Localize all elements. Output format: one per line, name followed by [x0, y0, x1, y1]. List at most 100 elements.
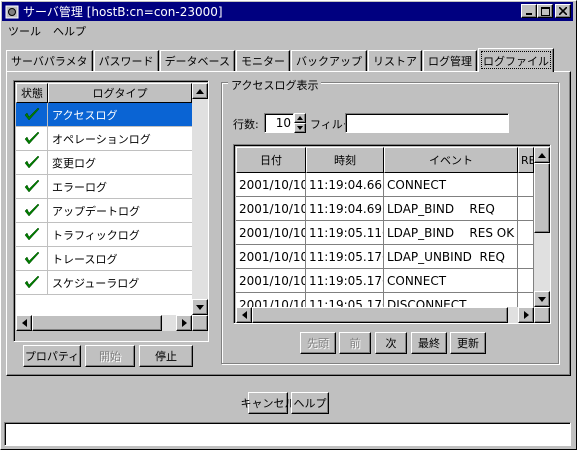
scroll-up-button[interactable]	[192, 83, 208, 99]
scroll-down-button[interactable]	[192, 299, 208, 315]
log-type-label: トラフィックログ	[52, 228, 140, 242]
log-type-row[interactable]: スケジューラログ	[16, 271, 192, 295]
tab-password[interactable]: パスワード	[93, 50, 159, 71]
help-button[interactable]: ヘルプ	[291, 392, 329, 414]
lines-input[interactable]: 10	[264, 113, 294, 133]
filter-input[interactable]	[345, 113, 509, 133]
log-type-row[interactable]: トラフィックログ	[16, 223, 192, 247]
properties-button[interactable]: プロパティ	[23, 345, 81, 367]
start-button[interactable]: 開始	[85, 345, 135, 367]
log-type-status-cell[interactable]	[16, 175, 48, 198]
tab-monitor[interactable]: モニター	[236, 50, 291, 71]
spin-down-button[interactable]	[294, 123, 306, 133]
menu-tools[interactable]: ツール	[2, 23, 47, 39]
date-cell: 2001/10/10	[236, 173, 306, 197]
last-page-button[interactable]: 最終	[411, 332, 447, 354]
spin-up-button[interactable]	[294, 113, 306, 123]
log-type-row[interactable]: オペレーションログ	[16, 127, 192, 151]
log-type-status-cell[interactable]	[16, 199, 48, 222]
log-type-status-cell[interactable]	[16, 127, 48, 150]
next-page-button[interactable]: 次	[375, 332, 407, 354]
maximize-button[interactable]	[537, 4, 553, 18]
scroll-right-button[interactable]	[518, 307, 534, 323]
scroll-left-button[interactable]	[236, 307, 252, 323]
arrow-up-icon	[196, 88, 204, 94]
access-log-vertical-scrollbar[interactable]	[534, 147, 550, 307]
scroll-left-button[interactable]	[16, 315, 32, 331]
log-type-status-cell[interactable]	[16, 151, 48, 174]
tab-database[interactable]: データベース	[159, 50, 236, 71]
tab-log-management[interactable]: ログ管理	[423, 50, 478, 71]
log-type-row[interactable]: アップデートログ	[16, 199, 192, 223]
log-type-status-cell[interactable]	[16, 223, 48, 246]
previous-page-button[interactable]: 前	[339, 332, 371, 354]
column-header-log-type[interactable]: ログタイプ	[48, 83, 192, 103]
result-cell	[518, 293, 534, 307]
date-cell: 2001/10/10	[236, 221, 306, 245]
menu-help[interactable]: ヘルプ	[47, 23, 92, 39]
cancel-button[interactable]: キャンセル	[241, 392, 296, 414]
close-button[interactable]	[555, 4, 571, 18]
access-log-horizontal-scrollbar[interactable]	[236, 307, 534, 323]
log-type-rows: アクセスログオペレーションログ変更ログ エラーログアップデートログ トラフィックログ…	[16, 103, 192, 295]
scroll-down-button[interactable]	[534, 291, 550, 307]
column-header-date[interactable]: 日付	[236, 147, 306, 173]
log-type-vertical-scrollbar[interactable]	[192, 83, 208, 315]
minimize-button[interactable]	[521, 4, 537, 18]
access-log-row[interactable]: 2001/10/10 11:19:05.176 DISCONNECT	[236, 293, 534, 307]
log-type-row[interactable]: アクセスログ	[16, 103, 192, 127]
scroll-right-button[interactable]	[176, 315, 192, 331]
tab-log-files[interactable]: ログファイル	[478, 48, 555, 72]
log-type-status-cell[interactable]	[16, 247, 48, 270]
access-log-row[interactable]: 2001/10/10 11:19:05.176 LDAP_UNBIND REQ	[236, 245, 534, 269]
scroll-thumb[interactable]	[252, 307, 508, 323]
tab-backup[interactable]: バックアップ	[291, 50, 368, 71]
log-type-label: オペレーションログ	[52, 132, 151, 146]
access-log-row[interactable]: 2001/10/10 11:19:05.116 LDAP_BIND RES OK	[236, 221, 534, 245]
checkmark-icon	[24, 179, 39, 192]
access-log-row[interactable]: 2001/10/10 11:19:05.176 CONNECT	[236, 269, 534, 293]
column-header-event[interactable]: イベント	[384, 147, 518, 173]
column-header-status[interactable]: 状態	[16, 83, 48, 103]
menu-bar: ツール ヘルプ	[2, 22, 92, 40]
access-log-row[interactable]: 2001/10/10 11:19:04.665 CONNECT	[236, 173, 534, 197]
arrow-up-icon	[538, 152, 546, 158]
app-icon	[4, 4, 20, 20]
arrow-down-icon	[538, 296, 546, 302]
event-cell: LDAP_BIND RES OK	[384, 221, 518, 245]
scroll-up-button[interactable]	[534, 147, 550, 163]
scroll-thumb[interactable]	[32, 315, 162, 331]
time-cell: 11:19:05.116	[306, 221, 384, 245]
arrow-up-icon	[297, 116, 303, 120]
result-cell	[518, 197, 534, 221]
scroll-thumb[interactable]	[534, 163, 550, 233]
access-log-row[interactable]: 2001/10/10 11:19:04.695 LDAP_BIND REQ	[236, 197, 534, 221]
first-page-button[interactable]: 先頭	[300, 332, 336, 354]
log-type-row[interactable]: トレースログ	[16, 247, 192, 271]
log-type-status-cell[interactable]	[16, 271, 48, 294]
refresh-button[interactable]: 更新	[450, 332, 486, 354]
access-log-group-title: アクセスログ表示	[228, 77, 322, 93]
event-cell: CONNECT	[384, 269, 518, 293]
close-icon	[559, 7, 567, 15]
log-type-horizontal-scrollbar[interactable]	[16, 315, 192, 331]
stop-button[interactable]: 停止	[139, 345, 193, 367]
column-header-time[interactable]: 時刻	[306, 147, 384, 173]
event-cell: CONNECT	[384, 173, 518, 197]
time-cell: 11:19:05.176	[306, 245, 384, 269]
log-type-row[interactable]: 変更ログ	[16, 151, 192, 175]
maximize-icon	[540, 6, 550, 16]
result-cell	[518, 221, 534, 245]
column-header-result[interactable]: RE	[518, 147, 534, 173]
title-bar[interactable]: サーバ管理 [hostB:cn=con-23000]	[2, 2, 573, 21]
arrow-down-icon	[297, 126, 303, 130]
tab-server-params[interactable]: サーバパラメタ	[6, 50, 93, 71]
result-cell	[518, 173, 534, 197]
tab-restore[interactable]: リストア	[368, 50, 423, 71]
log-type-row[interactable]: エラーログ	[16, 175, 192, 199]
log-type-label: アップデートログ	[52, 204, 140, 218]
log-type-status-cell[interactable]	[16, 103, 48, 126]
minimize-icon	[526, 13, 532, 15]
event-cell: LDAP_UNBIND REQ	[384, 245, 518, 269]
lines-spinner[interactable]	[294, 113, 306, 133]
